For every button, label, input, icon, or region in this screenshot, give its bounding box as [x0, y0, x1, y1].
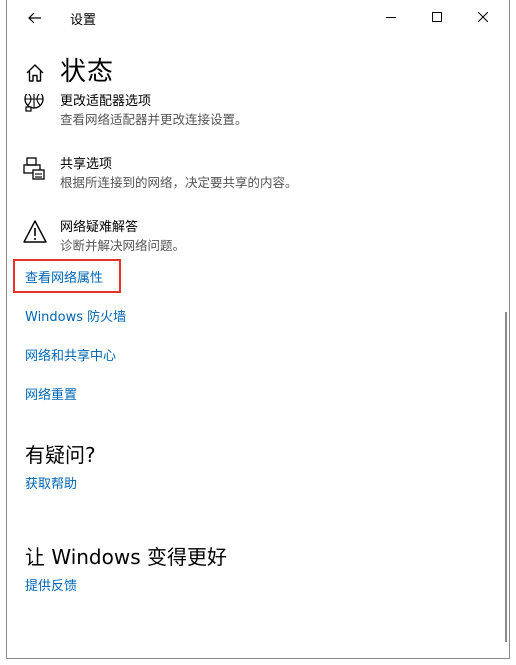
link-windows-firewall[interactable]: Windows 防火墙	[25, 306, 126, 325]
option-change-adapter[interactable]: 更改适配器选项 查看网络适配器并更改连接设置。	[7, 94, 487, 134]
link-network-reset[interactable]: 网络重置	[25, 384, 77, 403]
close-icon	[478, 12, 488, 22]
option-description: 查看网络适配器并更改连接设置。	[60, 112, 248, 127]
network-adapter-icon	[24, 94, 44, 112]
link-view-network-properties[interactable]: 查看网络属性	[25, 267, 103, 286]
vertical-scrollbar[interactable]	[505, 312, 507, 642]
help-heading: 有疑问?	[25, 443, 96, 467]
close-button[interactable]	[460, 0, 506, 34]
feedback-heading: 让 Windows 变得更好	[25, 545, 227, 569]
back-button[interactable]	[19, 2, 51, 34]
option-description: 根据所连接到的网络，决定要共享的内容。	[60, 175, 298, 190]
option-troubleshoot[interactable]: 网络疑难解答 诊断并解决网络问题。	[7, 216, 487, 260]
minimize-button[interactable]	[368, 0, 414, 34]
option-title: 共享选项	[60, 157, 113, 172]
link-give-feedback[interactable]: 提供反馈	[25, 575, 77, 594]
option-title: 网络疑难解答	[60, 220, 139, 235]
content-area: 更改适配器选项 查看网络适配器并更改连接设置。 共享选项 根据所连接到的网络，决…	[7, 94, 509, 654]
title-bar: 设置	[7, 0, 509, 35]
link-network-sharing-center[interactable]: 网络和共享中心	[25, 345, 116, 364]
settings-window: 设置 状态 更改适配器选项 查看网络适配器并更改连接设置。 共享选项 根据所连接…	[6, 0, 510, 659]
maximize-icon	[432, 12, 442, 22]
option-sharing[interactable]: 共享选项 根据所连接到的网络，决定要共享的内容。	[7, 153, 487, 197]
page-header: 状态	[7, 52, 509, 98]
option-description: 诊断并解决网络问题。	[60, 238, 186, 253]
back-arrow-icon	[28, 12, 41, 24]
option-title: 更改适配器选项	[60, 94, 152, 109]
sharing-printer-icon	[23, 157, 45, 180]
link-get-help[interactable]: 获取帮助	[25, 473, 77, 492]
minimize-icon	[386, 17, 396, 18]
page-title: 状态	[60, 57, 115, 87]
warning-icon	[23, 220, 47, 243]
window-title: 设置	[70, 13, 97, 28]
home-icon[interactable]	[24, 62, 46, 84]
maximize-button[interactable]	[414, 0, 460, 34]
